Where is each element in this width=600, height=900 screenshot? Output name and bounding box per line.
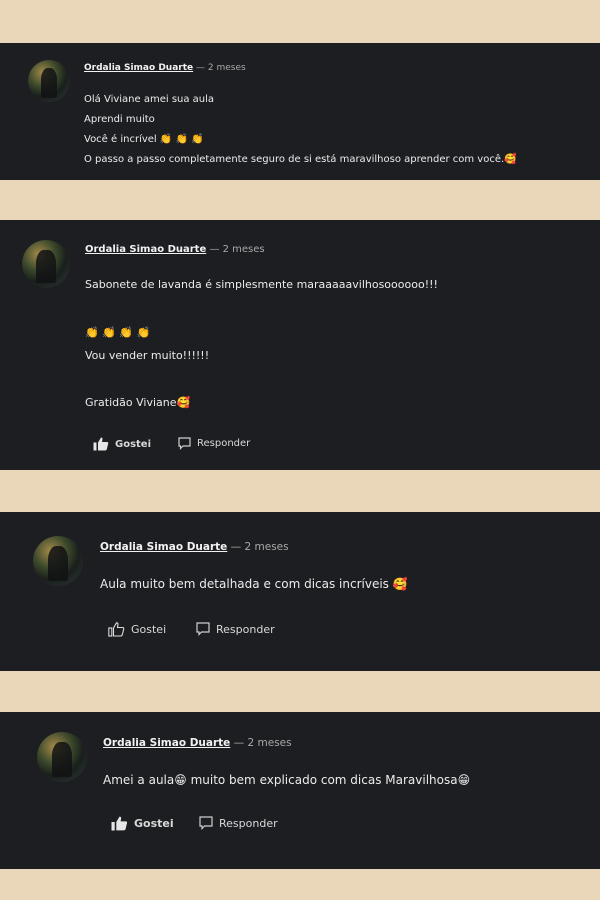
avatar[interactable]	[37, 732, 87, 782]
comment-text-line: Sabonete de lavanda é simplesmente maraa…	[85, 278, 438, 291]
author-name-link[interactable]: Ordalia Simao Duarte	[84, 63, 193, 73]
like-label: Gostei	[134, 817, 174, 830]
reply-button[interactable]: Responder	[178, 437, 250, 450]
avatar[interactable]	[28, 60, 70, 102]
thumbs-up-filled-icon	[111, 816, 128, 831]
like-label: Gostei	[115, 438, 152, 450]
reply-label: Responder	[219, 816, 278, 830]
reply-bubble-icon	[199, 816, 213, 830]
avatar[interactable]	[33, 536, 83, 586]
comment-card: Ordalia Simao Duarte — 2 meses Olá Vivia…	[0, 43, 600, 180]
like-label: Gostei	[131, 623, 167, 636]
author-name-link[interactable]: Ordalia Simao Duarte	[100, 541, 227, 553]
comment-time: 2 meses	[247, 737, 292, 749]
comment-time: 2 meses	[222, 244, 265, 255]
reply-bubble-icon	[196, 622, 210, 636]
comment-text-line: Vou vender muito!!!!!!	[85, 349, 210, 362]
reply-label: Responder	[197, 438, 251, 449]
separator: —	[196, 63, 205, 73]
separator: —	[209, 244, 220, 255]
comment-text-line: Você é incrível 👏 👏 👏	[84, 134, 204, 145]
reply-button[interactable]: Responder	[199, 816, 278, 830]
thumbs-up-filled-icon	[93, 437, 109, 451]
author-name-link[interactable]: Ordalia Simao Duarte	[85, 244, 206, 255]
comment-card: Ordalia Simao Duarte — 2 meses Sabonete …	[0, 220, 600, 470]
like-button[interactable]: Gostei	[111, 816, 174, 831]
comment-header: Ordalia Simao Duarte — 2 meses	[84, 63, 246, 73]
comment-time: 2 meses	[244, 541, 289, 553]
comment-text-line: Gratidão Viviane🥰	[85, 396, 191, 409]
comment-text-line: Amei a aula😁 muito bem explicado com dic…	[103, 773, 471, 787]
separator: —	[230, 541, 242, 553]
comment-text-line: 👏 👏 👏 👏	[85, 326, 151, 339]
comment-text-line: Aula muito bem detalhada e com dicas inc…	[100, 577, 408, 591]
reply-label: Responder	[216, 622, 275, 636]
comment-text-line: Olá Viviane amei sua aula	[84, 94, 215, 105]
reply-bubble-icon	[178, 437, 191, 450]
comment-card: Ordalia Simao Duarte — 2 meses Aula muit…	[0, 512, 600, 671]
separator: —	[233, 737, 245, 749]
thumbs-up-outline-icon	[108, 622, 125, 637]
comment-time: 2 meses	[207, 63, 246, 73]
comment-text-line: O passo a passo completamente seguro de …	[84, 154, 517, 165]
avatar[interactable]	[22, 240, 70, 288]
author-name-link[interactable]: Ordalia Simao Duarte	[103, 737, 230, 749]
comment-header: Ordalia Simao Duarte — 2 meses	[103, 737, 292, 749]
comment-text-line: Aprendi muito	[84, 114, 155, 125]
like-button[interactable]: Gostei	[93, 437, 151, 451]
comment-header: Ordalia Simao Duarte — 2 meses	[100, 541, 289, 553]
comment-header: Ordalia Simao Duarte — 2 meses	[85, 244, 265, 255]
like-button[interactable]: Gostei	[108, 622, 166, 637]
comment-card: Ordalia Simao Duarte — 2 meses Amei a au…	[0, 712, 600, 869]
reply-button[interactable]: Responder	[196, 622, 275, 636]
